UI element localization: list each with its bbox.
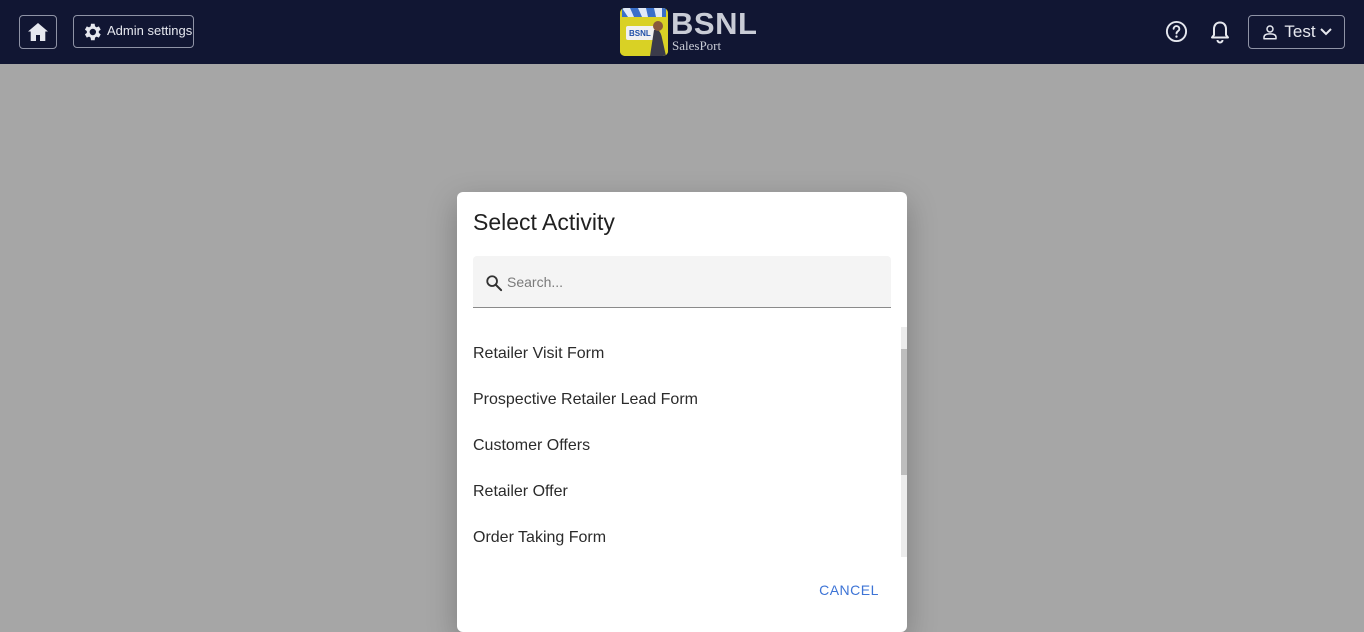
list-item[interactable]: Customer Offers (473, 431, 893, 461)
bell-icon[interactable] (1210, 20, 1230, 44)
brand-title: BSNL (671, 6, 758, 41)
search-field[interactable] (473, 256, 891, 308)
scrollbar-thumb[interactable] (901, 349, 907, 475)
cancel-button[interactable]: CANCEL (814, 578, 884, 602)
logo-image: BSNL (620, 8, 668, 56)
user-menu-button[interactable]: Test (1248, 15, 1345, 49)
gear-icon (84, 23, 101, 40)
chevron-down-icon (1319, 28, 1332, 36)
home-icon (28, 23, 48, 41)
list-item[interactable]: Order Taking Form (473, 523, 893, 553)
top-app-bar: Admin settings BSNL BSNL SalesPort Test (0, 0, 1364, 64)
admin-settings-label: Admin settings (107, 22, 193, 38)
admin-settings-button[interactable]: Admin settings (73, 15, 194, 48)
list-item[interactable]: Prospective Retailer Lead Form (473, 385, 893, 415)
activity-list: Retailer Visit Form Prospective Retailer… (457, 327, 907, 557)
user-name-label: Test (1284, 22, 1316, 41)
list-item[interactable]: Retailer Visit Form (473, 339, 893, 369)
select-activity-dialog: Select Activity Retailer Visit Form Pros… (457, 192, 907, 632)
user-icon (1263, 25, 1278, 40)
search-input[interactable] (507, 271, 877, 293)
dialog-title: Select Activity (473, 209, 615, 235)
home-button[interactable] (19, 15, 57, 49)
logo-badge-text: BSNL (629, 29, 651, 38)
brand-subtitle: SalesPort (672, 38, 722, 53)
help-icon[interactable] (1165, 20, 1188, 43)
list-item[interactable]: Retailer Offer (473, 477, 893, 507)
search-icon (486, 275, 503, 292)
list-scrollbar[interactable] (901, 327, 907, 557)
brand-logo: BSNL BSNL SalesPort (620, 6, 757, 56)
